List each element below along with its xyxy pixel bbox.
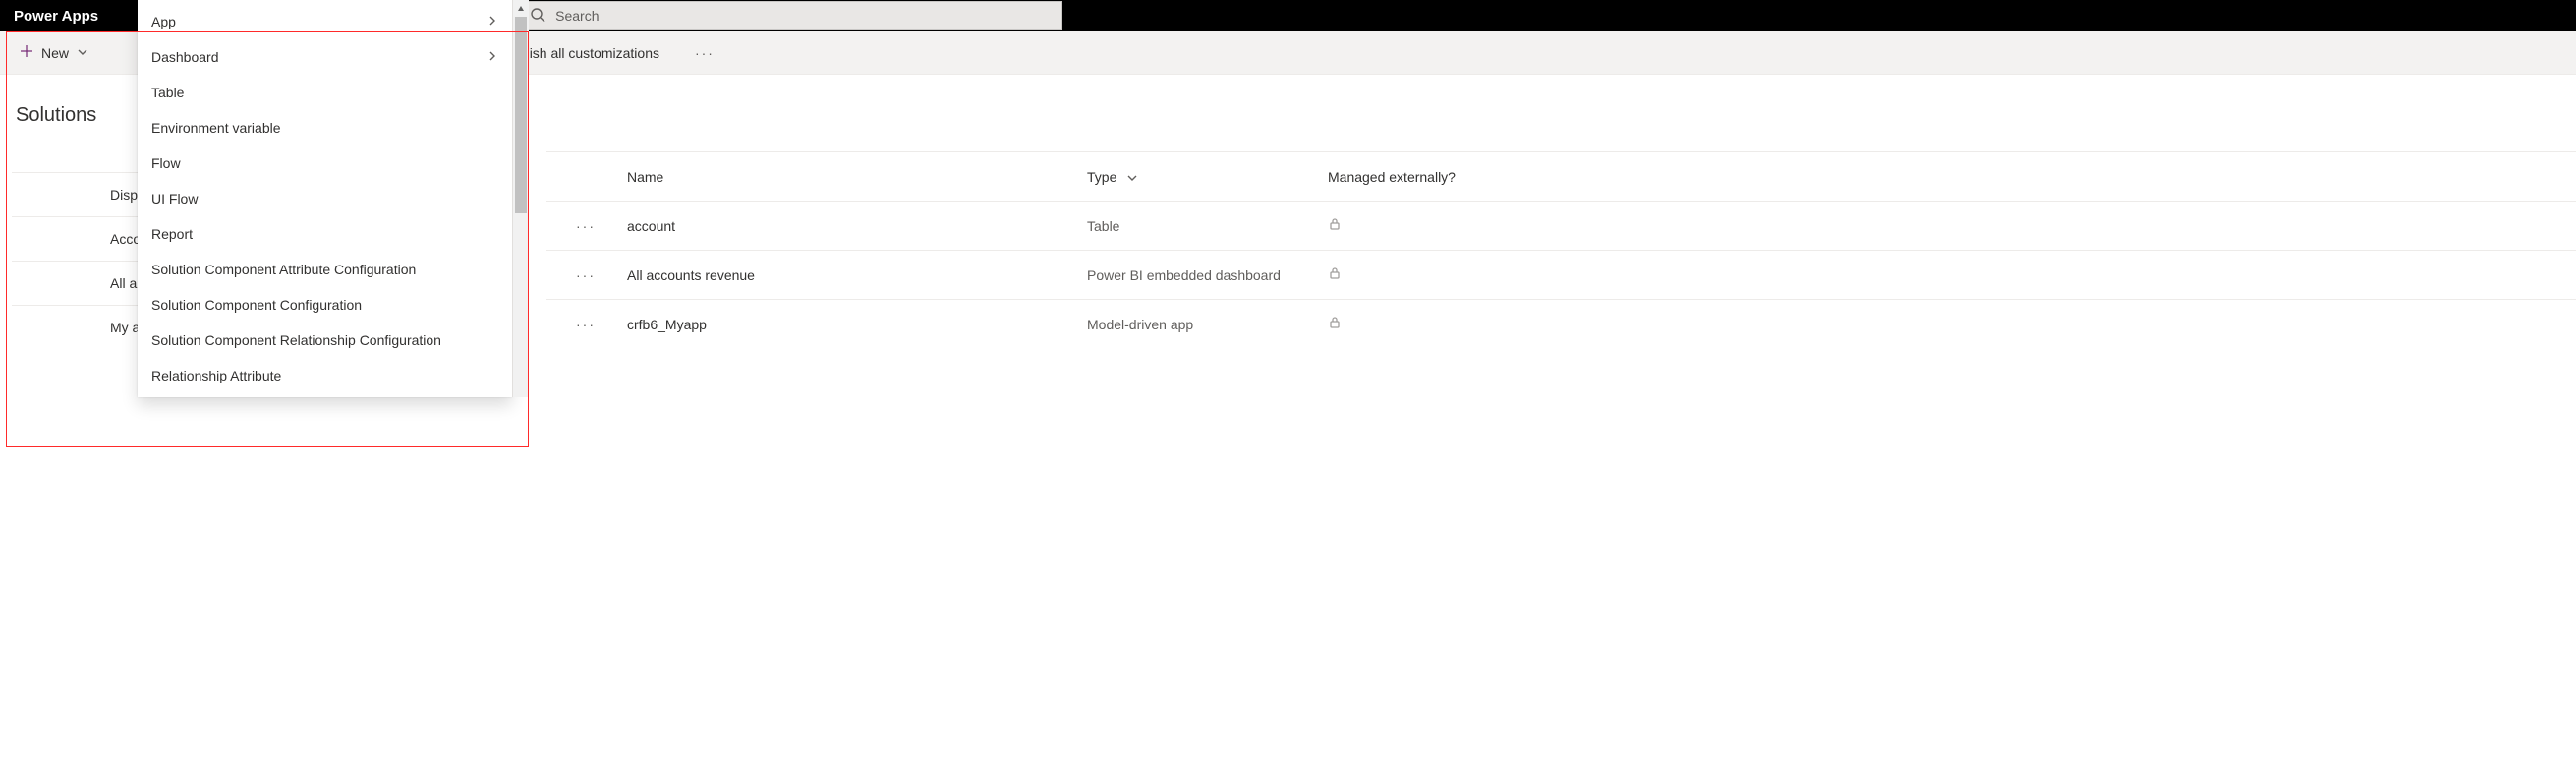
new-button[interactable]: New xyxy=(12,40,96,65)
new-menu-item-label: Report xyxy=(151,226,193,242)
row-type: Model-driven app xyxy=(1087,317,1328,332)
row-managed-lock-icon xyxy=(1328,266,1524,283)
new-menu-item[interactable]: UI Flow xyxy=(138,181,512,216)
scroll-up-arrow-icon[interactable] xyxy=(513,0,529,17)
new-menu-item-label: UI Flow xyxy=(151,191,198,206)
new-menu-item-label: Relationship Attribute xyxy=(151,368,281,384)
new-menu: App Dashboard Table Environment variable Flo… xyxy=(138,0,512,397)
command-bar: New ublish all customizations ··· AppDas… xyxy=(0,31,2576,75)
grid-header-name[interactable]: Name xyxy=(625,169,1087,185)
publish-all-button[interactable]: ublish all customizations xyxy=(511,45,659,61)
grid-header-type-label: Type xyxy=(1087,169,1116,185)
grid-header-type[interactable]: Type xyxy=(1087,169,1328,185)
search-placeholder: Search xyxy=(555,8,599,24)
chevron-right-icon xyxy=(487,14,498,30)
new-menu-item-label: App xyxy=(151,14,176,30)
row-actions-button[interactable]: ··· xyxy=(546,218,625,234)
new-menu-item[interactable]: Flow xyxy=(138,146,512,181)
command-bar-more-button[interactable]: ··· xyxy=(695,45,715,61)
row-name[interactable]: All accounts revenue xyxy=(625,267,1087,283)
new-menu-item[interactable]: Solution Component Relationship Configur… xyxy=(138,323,512,358)
row-name[interactable]: crfb6_Myapp xyxy=(625,317,1087,332)
chevron-right-icon xyxy=(487,49,498,65)
row-actions-button[interactable]: ··· xyxy=(546,317,625,332)
plus-icon xyxy=(20,44,33,61)
search-box[interactable]: Search xyxy=(517,1,1062,30)
search-icon xyxy=(530,7,545,26)
new-menu-item[interactable]: App xyxy=(138,4,512,39)
grid-header-managed[interactable]: Managed externally? xyxy=(1328,169,1524,185)
new-menu-item-label: Environment variable xyxy=(151,120,281,136)
new-menu-item[interactable]: Table xyxy=(138,75,512,110)
new-menu-item-label: Solution Component Attribute Configurati… xyxy=(151,262,416,277)
row-type: Power BI embedded dashboard xyxy=(1087,267,1328,283)
table-row[interactable]: ···accountTable xyxy=(546,201,2576,250)
new-menu-item-label: Solution Component Configuration xyxy=(151,297,362,313)
items-grid: Name Type Managed externally? ···account… xyxy=(546,151,2576,348)
row-name[interactable]: account xyxy=(625,218,1087,234)
new-menu-container: App Dashboard Table Environment variable Flo… xyxy=(138,0,529,397)
row-managed-lock-icon xyxy=(1328,217,1524,234)
row-actions-button[interactable]: ··· xyxy=(546,267,625,283)
scroll-thumb[interactable] xyxy=(515,17,527,213)
app-title: Power Apps xyxy=(0,0,112,31)
new-menu-item[interactable]: Dashboard xyxy=(138,39,512,75)
new-menu-item-label: Table xyxy=(151,85,184,100)
new-menu-item[interactable]: Solution Component Attribute Configurati… xyxy=(138,252,512,287)
table-row[interactable]: ···All accounts revenuePower BI embedded… xyxy=(546,250,2576,299)
table-row[interactable]: ···crfb6_MyappModel-driven app xyxy=(546,299,2576,348)
row-managed-lock-icon xyxy=(1328,316,1524,332)
new-menu-item[interactable]: Solution Component Configuration xyxy=(138,287,512,323)
menu-scrollbar[interactable] xyxy=(512,0,529,397)
chevron-down-icon xyxy=(77,45,88,61)
new-button-label: New xyxy=(41,45,69,61)
new-menu-item-label: Dashboard xyxy=(151,49,219,65)
new-menu-item[interactable]: Environment variable xyxy=(138,110,512,146)
chevron-down-icon xyxy=(1120,169,1138,185)
new-menu-item[interactable]: Relationship Attribute xyxy=(138,358,512,393)
new-menu-item-label: Flow xyxy=(151,155,181,171)
new-menu-item-label: Solution Component Relationship Configur… xyxy=(151,332,441,348)
new-menu-item[interactable]: Report xyxy=(138,216,512,252)
grid-header-row: Name Type Managed externally? xyxy=(546,151,2576,201)
row-type: Table xyxy=(1087,218,1328,234)
